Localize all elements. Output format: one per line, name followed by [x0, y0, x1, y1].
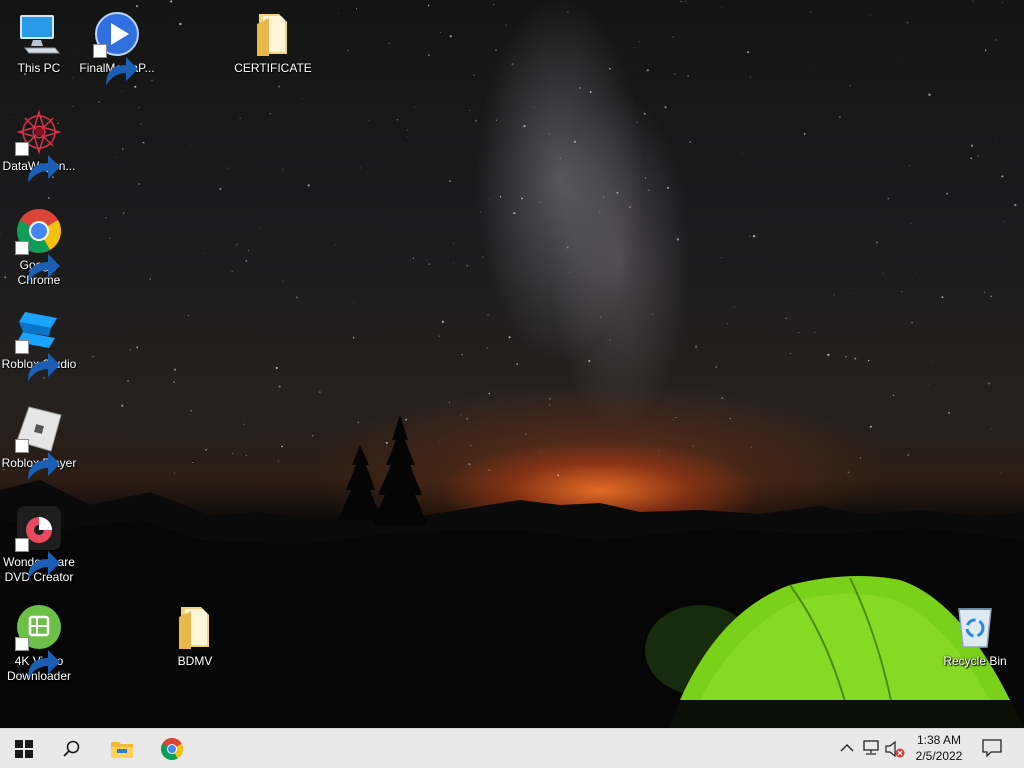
roblox-player-icon: [15, 405, 63, 480]
this-pc-icon: [15, 10, 63, 58]
start-button[interactable]: [0, 729, 48, 768]
shortcut-arrow-icon: [15, 340, 60, 381]
shortcut-arrow-icon: [15, 538, 60, 579]
datawagon-icon: [15, 108, 63, 183]
desktop-icon-roblox-player[interactable]: Roblox Player: [0, 399, 78, 480]
action-center-icon: [982, 739, 1002, 758]
desktop-icon-label: This PC: [17, 61, 61, 75]
dvd-creator-icon: [15, 504, 63, 579]
action-center-button[interactable]: [982, 739, 1002, 761]
desktop-icon-label: CERTIFICATE: [234, 61, 312, 75]
desktop-icon-datawagon[interactable]: DataWagon...: [0, 102, 78, 183]
folder-icon: [249, 10, 297, 58]
clock-date: 2/5/2022: [915, 749, 963, 763]
chrome-taskbar-button[interactable]: [148, 729, 196, 768]
roblox-studio-icon: [15, 306, 63, 381]
desktop-icon-wondershare-dvd-creator[interactable]: Wondershare DVD Creator: [0, 498, 78, 585]
folder-icon: [171, 603, 219, 651]
wallpaper-scene: [0, 0, 1024, 728]
desktop-icon-finalmediaplayer[interactable]: FinalMediaP...: [78, 4, 156, 85]
video-downloader-icon: [15, 603, 63, 678]
desktop-icon-this-pc[interactable]: This PC: [0, 4, 78, 76]
volume-muted-icon: [885, 740, 905, 758]
desktop-icon-google-chrome[interactable]: Google Chrome: [0, 201, 78, 288]
shortcut-arrow-icon: [15, 439, 60, 480]
desktop-icon-label: Recycle Bin: [943, 654, 1007, 668]
taskbar-clock[interactable]: 1:38 AM 2/5/2022: [908, 732, 970, 764]
volume-button[interactable]: [885, 740, 905, 762]
chrome-icon: [161, 738, 183, 760]
desktop-icon-certificate[interactable]: CERTIFICATE: [234, 4, 312, 76]
desktop-icon-label: BDMV: [177, 654, 213, 668]
desktop-icon-4k-video-downloader[interactable]: 4K Video Downloader: [0, 597, 78, 684]
show-hidden-icons-button[interactable]: [840, 740, 854, 760]
shortcut-arrow-icon: [15, 241, 60, 282]
network-button[interactable]: [862, 740, 880, 760]
shortcut-arrow-icon: [15, 142, 60, 183]
desktop-icon-bdmv[interactable]: BDMV: [156, 597, 234, 669]
recycle-bin-icon: [951, 603, 999, 651]
desktop-icon-roblox-studio[interactable]: Roblox Studio: [0, 300, 78, 381]
shortcut-arrow-icon: [15, 637, 60, 678]
file-explorer-icon: [111, 742, 133, 758]
search-icon: [63, 740, 80, 757]
start-icon: [15, 740, 33, 758]
chevron-up-icon: [840, 744, 854, 752]
network-icon: [863, 740, 879, 755]
shortcut-arrow-icon: [93, 44, 138, 85]
chrome-icon: [15, 207, 63, 282]
desktop-wallpaper[interactable]: [0, 0, 1024, 728]
media-player-icon: [93, 10, 141, 85]
search-button[interactable]: [48, 729, 96, 768]
desktop-icon-recycle-bin[interactable]: Recycle Bin: [936, 597, 1014, 669]
taskbar: 1:38 AM 2/5/2022: [0, 728, 1024, 768]
file-explorer-button[interactable]: [98, 729, 146, 768]
clock-time: 1:38 AM: [916, 733, 962, 747]
